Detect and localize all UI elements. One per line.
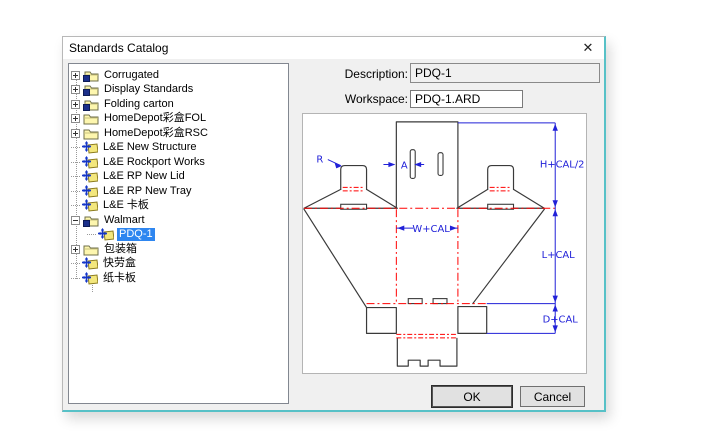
standard-icon <box>82 156 98 169</box>
tree-connector <box>71 147 81 148</box>
dieline-drawing: R A H+CAL/2 W+CAL L+CAL D+CAL <box>303 114 586 373</box>
tree-item-label[interactable]: HomeDepot彩盒RSC <box>102 127 210 140</box>
tree-item-label-selected[interactable]: PDQ-1 <box>117 228 155 241</box>
standard-icon <box>82 272 98 285</box>
standard-icon <box>82 199 98 212</box>
tree-connector <box>87 234 97 235</box>
tree-item-label[interactable]: 快劳盒 <box>101 257 138 270</box>
tree-connector <box>71 205 81 206</box>
dim-label-r: R <box>316 155 323 166</box>
tree-item-le-rockport-works[interactable]: L&E Rockport Works <box>69 155 288 170</box>
catalog-folder-icon <box>83 83 99 96</box>
standard-icon <box>82 257 98 270</box>
tree-item-le-rp-new-lid[interactable]: L&E RP New Lid <box>69 170 288 185</box>
tree-item-display-standards[interactable]: Display Standards <box>69 83 288 98</box>
dim-label-d: D+CAL <box>543 314 579 325</box>
tree-item-label[interactable]: L&E 卡板 <box>101 199 151 212</box>
tree-item-label[interactable]: L&E Rockport Works <box>101 156 207 169</box>
catalog-folder-icon <box>83 98 99 111</box>
standard-icon <box>82 185 98 198</box>
tree-item-folding-carton[interactable]: Folding carton <box>69 97 288 112</box>
ok-button[interactable]: OK <box>431 385 513 408</box>
tree-connector <box>71 176 81 177</box>
dim-label-a: A <box>401 161 408 172</box>
expand-plus-icon[interactable] <box>71 114 80 123</box>
tree-item-label[interactable]: Folding carton <box>102 98 176 111</box>
tree-item-homedepot-fol[interactable]: HomeDepot彩盒FOL <box>69 112 288 127</box>
description-input[interactable] <box>410 63 600 83</box>
collapse-minus-icon[interactable] <box>71 216 80 225</box>
tree-item-homedepot-rsc[interactable]: HomeDepot彩盒RSC <box>69 126 288 141</box>
standard-icon <box>98 228 114 241</box>
tree-item-label[interactable]: 包装箱 <box>102 243 139 256</box>
tree-item-label[interactable]: Walmart <box>102 214 147 227</box>
tree-connector <box>71 263 81 264</box>
expand-plus-icon[interactable] <box>71 85 80 94</box>
tree-item-label[interactable]: Corrugated <box>102 69 161 82</box>
expand-plus-icon[interactable] <box>71 245 80 254</box>
tree-connector <box>71 162 81 163</box>
standards-catalog-dialog: Standards Catalog ✕ Corrugated Display S… <box>62 36 606 412</box>
dim-label-h: H+CAL/2 <box>540 160 585 171</box>
description-label: Description: <box>340 67 408 81</box>
tree-connector <box>71 278 81 279</box>
tree-item-corrugated[interactable]: Corrugated <box>69 68 288 83</box>
folder-icon <box>83 127 99 140</box>
tree-connector <box>71 191 81 192</box>
expand-plus-icon[interactable] <box>71 71 80 80</box>
catalog-folder-icon <box>83 214 99 227</box>
tree-item-kuailaohe[interactable]: 快劳盒 <box>69 257 288 272</box>
expand-plus-icon[interactable] <box>71 129 80 138</box>
catalog-folder-icon <box>83 69 99 82</box>
tree-item-walmart[interactable]: Walmart <box>69 213 288 228</box>
tree-item-label[interactable]: Display Standards <box>102 83 195 96</box>
standard-preview-panel: R A H+CAL/2 W+CAL L+CAL D+CAL <box>302 113 587 374</box>
close-icon[interactable]: ✕ <box>576 38 600 57</box>
dialog-title: Standards Catalog <box>63 41 168 55</box>
workspace-label: Workspace: <box>340 92 408 106</box>
tree-item-baozhuangxiang[interactable]: 包装箱 <box>69 242 288 257</box>
tree-item-le-rp-new-tray[interactable]: L&E RP New Tray <box>69 184 288 199</box>
cancel-button[interactable]: Cancel <box>520 386 585 407</box>
standards-tree[interactable]: Corrugated Display Standards Folding car… <box>68 63 289 404</box>
dim-label-l: L+CAL <box>542 250 576 261</box>
tree-item-le-new-structure[interactable]: L&E New Structure <box>69 141 288 156</box>
folder-icon <box>83 243 99 256</box>
tree-item-label[interactable]: L&E New Structure <box>101 141 199 154</box>
tree-item-zhikaban[interactable]: 纸卡板 <box>69 271 288 286</box>
expand-plus-icon[interactable] <box>71 100 80 109</box>
tree-item-label[interactable]: HomeDepot彩盒FOL <box>102 112 208 125</box>
workspace-input[interactable] <box>410 90 523 108</box>
standard-icon <box>82 170 98 183</box>
tree-item-label[interactable]: L&E RP New Tray <box>101 185 193 198</box>
folder-icon <box>83 112 99 125</box>
tree-item-pdq-1[interactable]: PDQ-1 <box>69 228 288 243</box>
dim-label-w: W+CAL <box>412 224 450 235</box>
titlebar[interactable]: Standards Catalog ✕ <box>63 37 604 59</box>
tree-item-label[interactable]: L&E RP New Lid <box>101 170 187 183</box>
tree-item-label[interactable]: 纸卡板 <box>101 272 138 285</box>
tree-item-le-kaban[interactable]: L&E 卡板 <box>69 199 288 214</box>
standard-icon <box>82 141 98 154</box>
